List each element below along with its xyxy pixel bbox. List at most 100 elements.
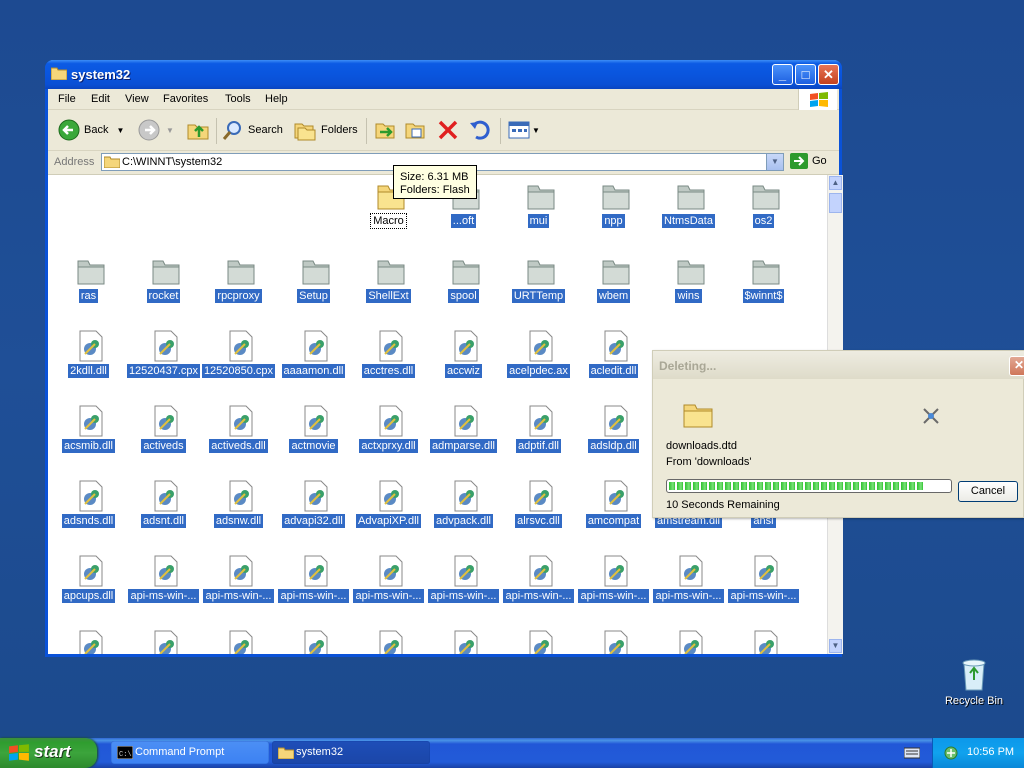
- views-icon: [508, 121, 530, 139]
- forward-button[interactable]: ▼: [138, 118, 174, 142]
- file-item[interactable]: api-ms-win-...: [126, 550, 201, 620]
- folder-item[interactable]: NtmsData: [651, 175, 726, 245]
- file-item[interactable]: [501, 625, 576, 654]
- folder-item[interactable]: npp: [576, 175, 651, 245]
- file-item[interactable]: api-ms-win-...: [651, 550, 726, 620]
- file-item[interactable]: [126, 625, 201, 654]
- file-item[interactable]: alrsvc.dll: [501, 475, 576, 545]
- menu-tools[interactable]: Tools: [225, 93, 251, 105]
- close-button[interactable]: ✕: [818, 64, 839, 85]
- address-dropdown-button[interactable]: ▼: [766, 154, 783, 170]
- file-item[interactable]: 2kdll.dll: [51, 325, 126, 395]
- menu-file[interactable]: File: [58, 93, 76, 105]
- dialog-title-bar[interactable]: Deleting... ✕: [653, 351, 1024, 379]
- file-item[interactable]: [651, 625, 726, 654]
- file-item[interactable]: aaaamon.dll: [276, 325, 351, 395]
- file-item[interactable]: [351, 625, 426, 654]
- file-item[interactable]: adptif.dll: [501, 400, 576, 470]
- file-item[interactable]: admparse.dll: [426, 400, 501, 470]
- back-button[interactable]: Back ▼: [58, 118, 124, 142]
- file-item[interactable]: adsldp.dll: [576, 400, 651, 470]
- file-item[interactable]: actxprxy.dll: [351, 400, 426, 470]
- file-item[interactable]: activeds.dll: [201, 400, 276, 470]
- folder-icon: [676, 255, 706, 287]
- recycle-bin[interactable]: Recycle Bin: [940, 655, 1008, 715]
- search-button[interactable]: Search: [222, 118, 283, 142]
- file-item[interactable]: AdvapiXP.dll: [351, 475, 426, 545]
- file-item[interactable]: api-ms-win-...: [351, 550, 426, 620]
- folders-button[interactable]: Folders: [293, 118, 358, 142]
- folder-item[interactable]: mui: [501, 175, 576, 245]
- file-item[interactable]: api-ms-win-...: [426, 550, 501, 620]
- folder-item[interactable]: wbem: [576, 250, 651, 320]
- task-system32[interactable]: system32: [272, 741, 430, 764]
- file-item[interactable]: acledit.dll: [576, 325, 651, 395]
- file-item[interactable]: advpack.dll: [426, 475, 501, 545]
- copy-to-button[interactable]: [404, 118, 428, 142]
- file-item[interactable]: api-ms-win-...: [726, 550, 801, 620]
- file-item[interactable]: api-ms-win-...: [201, 550, 276, 620]
- maximize-button[interactable]: □: [795, 64, 816, 85]
- file-item[interactable]: acsmib.dll: [51, 400, 126, 470]
- file-item[interactable]: api-ms-win-...: [576, 550, 651, 620]
- undo-button[interactable]: [468, 118, 492, 142]
- up-folder-button[interactable]: [186, 118, 210, 142]
- folder-item[interactable]: rpcproxy: [201, 250, 276, 320]
- file-item[interactable]: 12520437.cpx: [126, 325, 201, 395]
- keyboard-icon[interactable]: [904, 746, 920, 760]
- file-item[interactable]: advapi32.dll: [276, 475, 351, 545]
- file-item[interactable]: actmovie: [276, 400, 351, 470]
- file-item[interactable]: [201, 625, 276, 654]
- scroll-down-icon[interactable]: ▼: [829, 639, 842, 653]
- scroll-up-icon[interactable]: ▲: [829, 176, 842, 190]
- folder-item[interactable]: wins: [651, 250, 726, 320]
- dialog-close-icon[interactable]: ✕: [1009, 356, 1024, 376]
- file-item[interactable]: amcompat: [576, 475, 651, 545]
- menu-edit[interactable]: Edit: [91, 93, 110, 105]
- file-item[interactable]: adsnds.dll: [51, 475, 126, 545]
- file-item[interactable]: [51, 625, 126, 654]
- minimize-button[interactable]: _: [772, 64, 793, 85]
- file-item[interactable]: adsnt.dll: [126, 475, 201, 545]
- file-item[interactable]: acctres.dll: [351, 325, 426, 395]
- menu-help[interactable]: Help: [265, 93, 288, 105]
- item-label: adsnt.dll: [141, 514, 186, 528]
- file-item[interactable]: 12520850.cpx: [201, 325, 276, 395]
- start-button[interactable]: start: [0, 738, 97, 768]
- file-item[interactable]: api-ms-win-...: [501, 550, 576, 620]
- file-item[interactable]: adsnw.dll: [201, 475, 276, 545]
- file-item[interactable]: api-ms-win-...: [276, 550, 351, 620]
- forward-dropdown-icon[interactable]: ▼: [166, 126, 174, 135]
- folder-item[interactable]: $winnt$: [726, 250, 801, 320]
- file-item[interactable]: [576, 625, 651, 654]
- folder-item[interactable]: URTTemp: [501, 250, 576, 320]
- file-item[interactable]: [726, 625, 801, 654]
- menu-view[interactable]: View: [125, 93, 149, 105]
- clock[interactable]: 10:56 PM: [967, 746, 1014, 758]
- folder-item[interactable]: rocket: [126, 250, 201, 320]
- folder-item[interactable]: Setup: [276, 250, 351, 320]
- folder-item[interactable]: spool: [426, 250, 501, 320]
- folder-item[interactable]: ShellExt: [351, 250, 426, 320]
- views-button[interactable]: ▼: [508, 118, 540, 142]
- file-item[interactable]: acelpdec.ax: [501, 325, 576, 395]
- folder-item[interactable]: ras: [51, 250, 126, 320]
- move-to-button[interactable]: [374, 118, 398, 142]
- file-icon: [226, 330, 256, 362]
- scroll-thumb[interactable]: [829, 193, 842, 213]
- back-dropdown-icon[interactable]: ▼: [116, 126, 124, 135]
- go-button[interactable]: Go: [790, 153, 827, 169]
- task-command-prompt[interactable]: C:\ Command Prompt: [111, 741, 269, 764]
- delete-button[interactable]: [437, 118, 459, 142]
- file-item[interactable]: apcups.dll: [51, 550, 126, 620]
- title-bar[interactable]: system32 _ □ ✕: [45, 60, 842, 89]
- network-icon[interactable]: [943, 745, 959, 761]
- cancel-button[interactable]: Cancel: [958, 481, 1018, 502]
- file-item[interactable]: [426, 625, 501, 654]
- file-item[interactable]: [276, 625, 351, 654]
- file-item[interactable]: accwiz: [426, 325, 501, 395]
- folder-item[interactable]: os2: [726, 175, 801, 245]
- file-item[interactable]: activeds: [126, 400, 201, 470]
- menu-favorites[interactable]: Favorites: [163, 93, 208, 105]
- windows-logo: [798, 89, 837, 111]
